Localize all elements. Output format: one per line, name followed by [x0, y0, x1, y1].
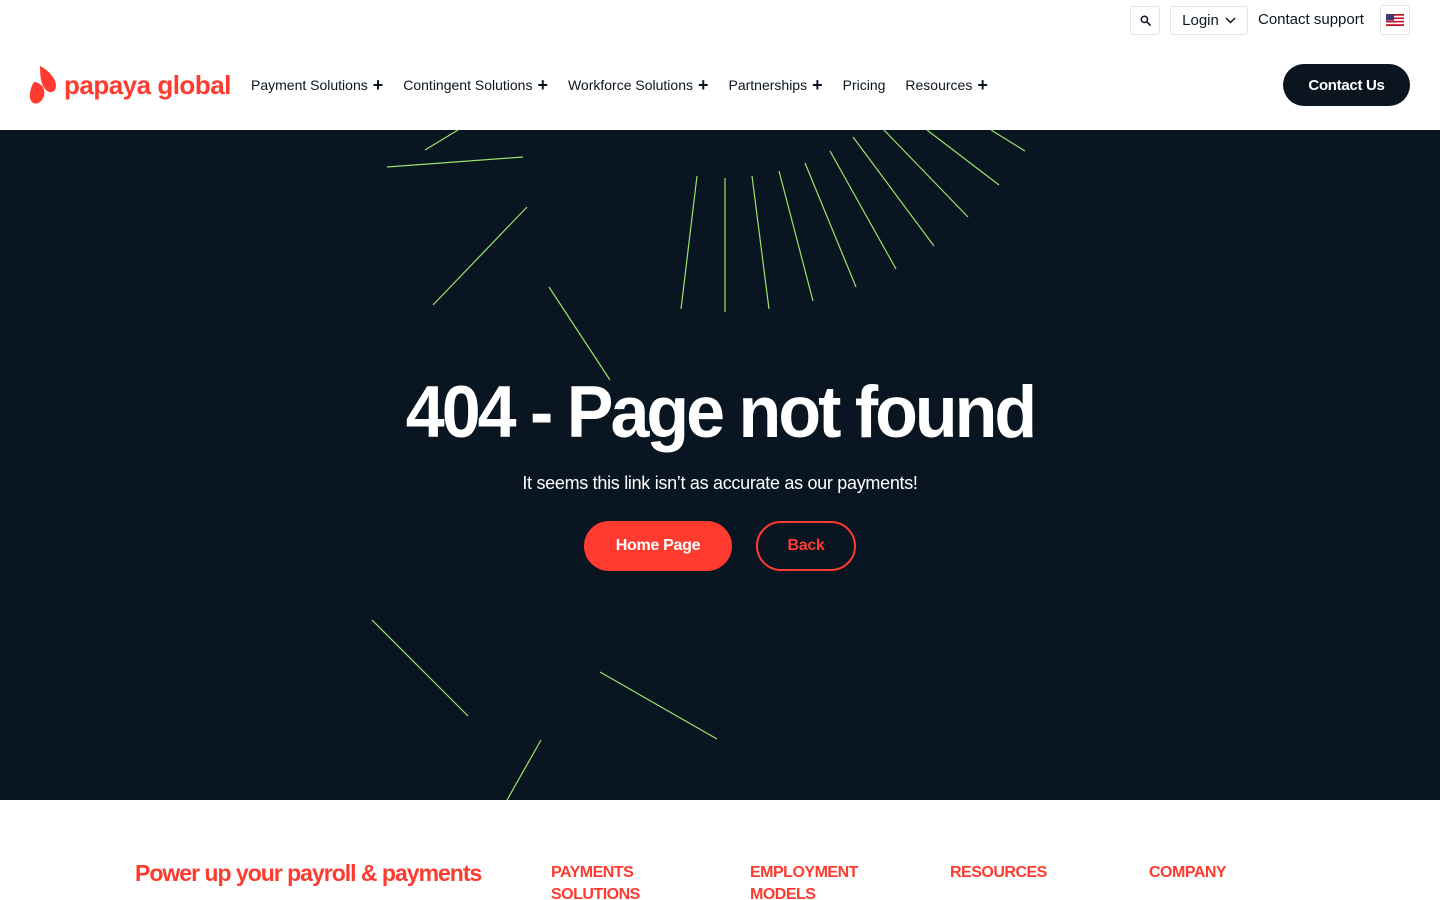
- footer-col-company[interactable]: COMPANY: [1149, 862, 1269, 884]
- footer-col-payments-solutions[interactable]: PAYMENTS SOLUTIONS: [551, 862, 671, 900]
- plus-icon: +: [977, 75, 988, 95]
- footer-col-employment-models[interactable]: EMPLOYMENT MODELS: [750, 862, 870, 900]
- nav-item-payment-solutions[interactable]: Payment Solutions +: [251, 76, 383, 94]
- nav-item-resources[interactable]: Resources +: [905, 76, 987, 94]
- us-flag-icon: [1386, 14, 1404, 26]
- contact-support-link[interactable]: Contact support: [1258, 11, 1364, 28]
- nav-item-pricing[interactable]: Pricing: [843, 77, 886, 93]
- plus-icon: +: [812, 75, 823, 95]
- page-title: 404 - Page not found: [405, 371, 1037, 453]
- footer-col-resources[interactable]: RESOURCES: [950, 862, 1070, 884]
- nav-label: Resources: [905, 77, 973, 93]
- nav-label: Workforce Solutions: [567, 77, 693, 93]
- nav-label: Partnerships: [728, 77, 808, 93]
- chevron-down-icon: [1225, 17, 1236, 24]
- plus-icon: +: [697, 75, 709, 95]
- language-selector[interactable]: [1380, 5, 1410, 35]
- contact-us-button[interactable]: Contact Us: [1283, 64, 1410, 106]
- footer-tagline: Power up your payroll & payments: [135, 860, 482, 886]
- decorative-rays: [371, 130, 1026, 800]
- error-hero: 404 - Page not found It seems this link …: [0, 130, 1440, 800]
- logo-text: papaya global: [64, 69, 231, 100]
- nav-label: Contingent Solutions: [403, 77, 533, 93]
- papaya-global-logo[interactable]: papaya global: [28, 64, 231, 106]
- search-button[interactable]: [1130, 6, 1160, 35]
- utility-bar: Login Contact support: [0, 0, 1440, 42]
- main-nav: Payment Solutions + Contingent Solutions…: [251, 76, 1008, 94]
- login-dropdown[interactable]: Login: [1170, 6, 1248, 35]
- nav-item-workforce-solutions[interactable]: Workforce Solutions +: [568, 76, 709, 94]
- nav-item-partnerships[interactable]: Partnerships +: [729, 76, 823, 94]
- plus-icon: +: [372, 75, 384, 95]
- papaya-logo-icon: [29, 66, 56, 104]
- page-subtitle: It seems this link isn’t as accurate as …: [522, 473, 918, 493]
- nav-item-contingent-solutions[interactable]: Contingent Solutions +: [403, 76, 548, 94]
- plus-icon: +: [537, 75, 548, 95]
- nav-label: Pricing: [842, 77, 886, 93]
- home-page-button[interactable]: Home Page: [584, 521, 732, 571]
- nav-label: Payment Solutions: [251, 77, 368, 93]
- search-icon: [1140, 15, 1151, 26]
- back-button[interactable]: Back: [756, 521, 856, 571]
- login-label: Login: [1182, 12, 1219, 29]
